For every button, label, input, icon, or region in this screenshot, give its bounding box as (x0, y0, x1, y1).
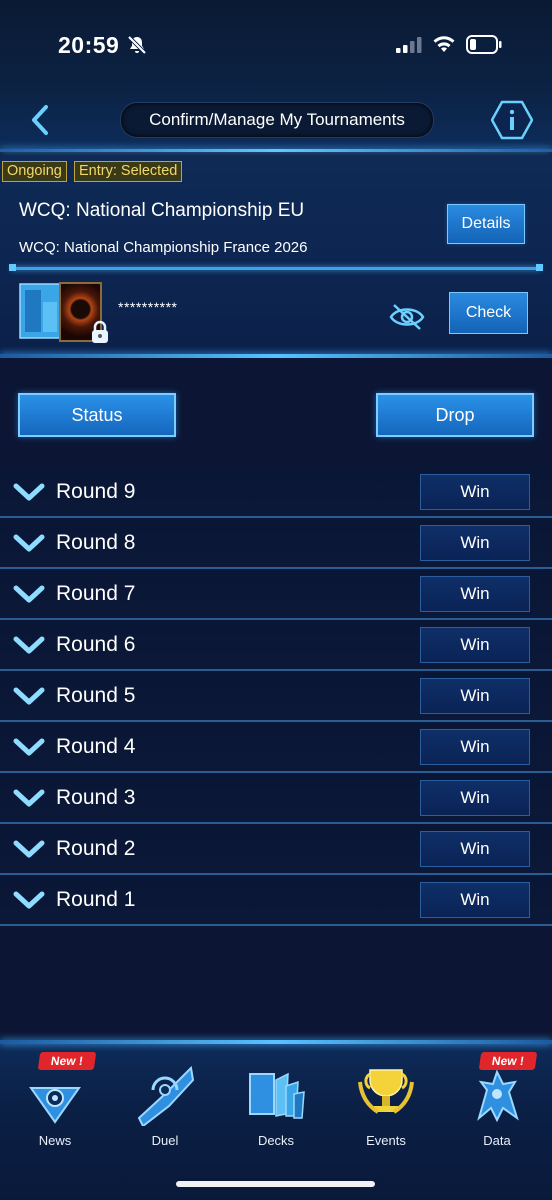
battery-icon (466, 35, 502, 54)
app-header: Confirm/Manage My Tournaments (0, 90, 552, 152)
info-button[interactable] (491, 100, 533, 140)
nav-label: News (38, 1133, 72, 1148)
result-button[interactable]: Win (420, 627, 530, 663)
wifi-icon (433, 36, 455, 52)
round-label: Round 2 (56, 837, 136, 860)
round-label: Round 3 (56, 786, 136, 809)
rounds-list: Round 9 Win Round 8 Win Round 7 Win Roun… (0, 467, 552, 926)
divider-knob-right (536, 264, 543, 271)
round-label: Round 6 (56, 633, 136, 656)
status-badge: Ongoing (2, 161, 67, 182)
back-button[interactable] (24, 102, 58, 138)
drop-button[interactable]: Drop (376, 393, 534, 437)
round-row[interactable]: Round 7 Win (0, 569, 552, 620)
divider-line (9, 264, 543, 271)
round-row[interactable]: Round 1 Win (0, 875, 552, 926)
result-button[interactable]: Win (420, 729, 530, 765)
chevron-down-icon[interactable] (12, 634, 46, 656)
page-title: Confirm/Manage My Tournaments (120, 102, 434, 138)
chevron-down-icon[interactable] (12, 685, 46, 707)
round-row[interactable]: Round 6 Win (0, 620, 552, 671)
deck-box-icon (19, 283, 61, 339)
round-row[interactable]: Round 2 Win (0, 824, 552, 875)
round-label: Round 1 (56, 888, 136, 911)
chevron-down-icon[interactable] (12, 532, 46, 554)
nav-item-decks[interactable]: Decks (221, 1052, 331, 1162)
tournament-subtitle: WCQ: National Championship France 2026 (19, 239, 308, 256)
check-button[interactable]: Check (449, 292, 528, 334)
result-button[interactable]: Win (420, 780, 530, 816)
result-button[interactable]: Win (420, 525, 530, 561)
status-time: 20:59 (58, 32, 120, 58)
bottom-nav: New ! News Duel Decks Events New ! Data (0, 1040, 552, 1200)
bell-muted-icon (127, 35, 147, 55)
round-row[interactable]: Round 5 Win (0, 671, 552, 722)
nav-label: Decks (257, 1133, 295, 1148)
result-button[interactable]: Win (420, 474, 530, 510)
round-label: Round 5 (56, 684, 136, 707)
round-row[interactable]: Round 8 Win (0, 518, 552, 569)
decks-icon (249, 1072, 305, 1119)
new-badge: New ! (478, 1052, 538, 1070)
status-button[interactable]: Status (18, 393, 176, 437)
chevron-down-icon[interactable] (12, 787, 46, 809)
nav-label: Duel (151, 1133, 179, 1148)
tournament-name: WCQ: National Championship EU (19, 200, 305, 221)
trophy-icon (358, 1069, 414, 1114)
deck-code: ********** (118, 299, 178, 315)
new-badge: New ! (37, 1052, 97, 1070)
chevron-down-icon[interactable] (12, 889, 46, 911)
nav-item-duel[interactable]: Duel (110, 1052, 220, 1162)
entry-badge: Entry: Selected (74, 161, 183, 182)
nav-label: Events (366, 1133, 406, 1148)
round-label: Round 8 (56, 531, 136, 554)
nav-item-data[interactable]: New ! Data (442, 1052, 552, 1162)
result-button[interactable]: Win (420, 678, 530, 714)
nav-item-news[interactable]: New ! News (0, 1052, 110, 1162)
round-row[interactable]: Round 9 Win (0, 467, 552, 518)
nav-label: Data (483, 1133, 511, 1148)
status-bar: 20:59 (0, 0, 552, 90)
hide-eye-icon[interactable] (389, 302, 425, 332)
chevron-down-icon[interactable] (12, 838, 46, 860)
home-indicator[interactable] (176, 1181, 375, 1187)
round-label: Round 7 (56, 582, 136, 605)
duel-icon (137, 1065, 195, 1126)
result-button[interactable]: Win (420, 831, 530, 867)
result-button[interactable]: Win (420, 576, 530, 612)
round-row[interactable]: Round 3 Win (0, 773, 552, 824)
round-label: Round 9 (56, 480, 136, 503)
chevron-down-icon[interactable] (12, 481, 46, 503)
round-row[interactable]: Round 4 Win (0, 722, 552, 773)
divider-knob-left (9, 264, 16, 271)
round-label: Round 4 (56, 735, 136, 758)
lock-icon (92, 320, 108, 343)
signal-icon (396, 37, 422, 53)
chevron-down-icon[interactable] (12, 736, 46, 758)
result-button[interactable]: Win (420, 882, 530, 918)
chevron-down-icon[interactable] (12, 583, 46, 605)
nav-item-events[interactable]: Events (331, 1052, 441, 1162)
details-button[interactable]: Details (447, 204, 525, 244)
